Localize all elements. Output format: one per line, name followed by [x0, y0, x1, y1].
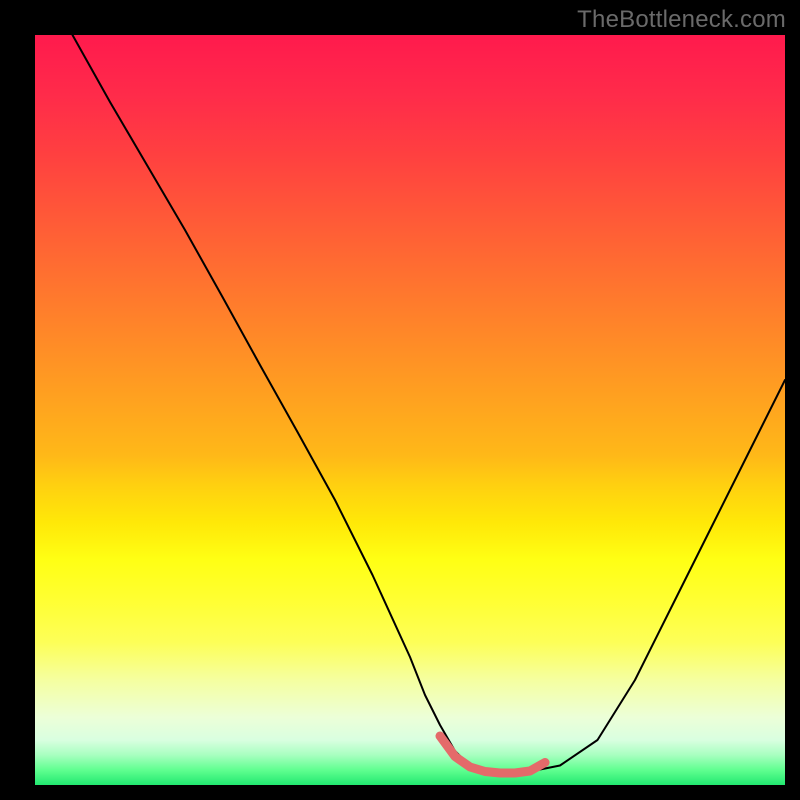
curve-layer: [35, 35, 785, 785]
outer-frame: TheBottleneck.com: [0, 0, 800, 800]
watermark-text: TheBottleneck.com: [577, 6, 786, 34]
plot-area: [35, 35, 785, 785]
bottleneck-curve: [73, 35, 786, 773]
valley-highlight: [440, 736, 545, 773]
